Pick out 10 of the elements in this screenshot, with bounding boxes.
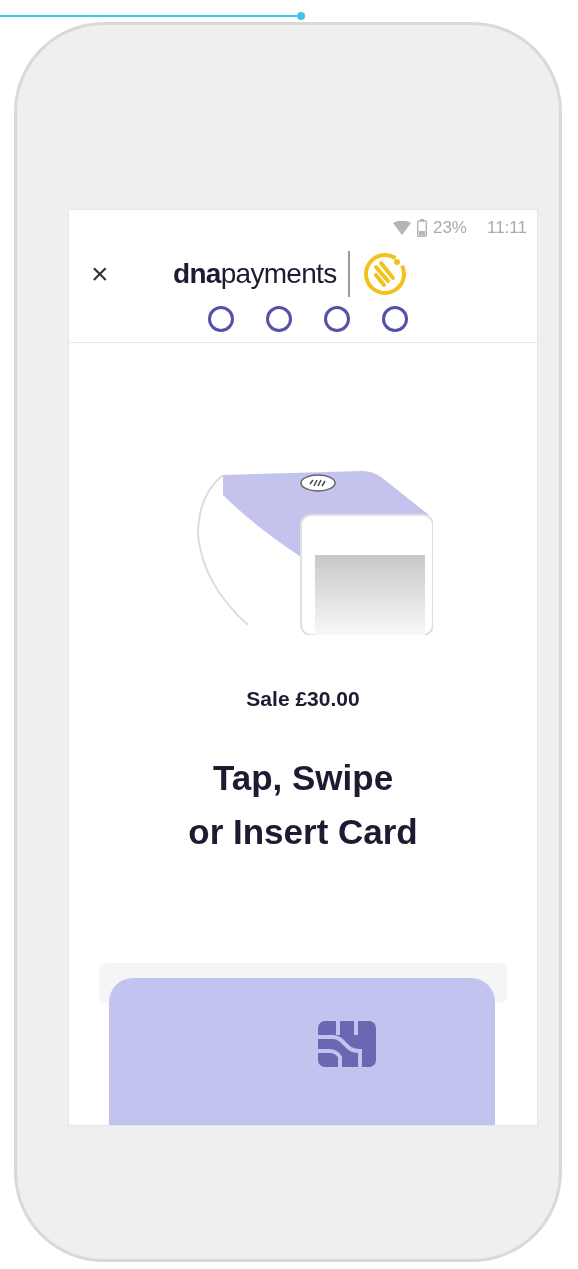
payment-prompt: Tap, Swipe or Insert Card — [187, 756, 419, 853]
battery-percent: 23% — [432, 217, 467, 240]
logo-emblem-icon — [362, 251, 409, 297]
sale-amount: Sale £30.00 — [245, 686, 361, 712]
wifi-icon — [392, 221, 411, 235]
clock-time: 11:11 — [486, 217, 527, 240]
battery-icon — [416, 219, 427, 237]
brand-logo: dnapayments — [173, 257, 337, 291]
card-chip-icon — [318, 1021, 376, 1067]
close-button[interactable]: × — [91, 259, 109, 289]
